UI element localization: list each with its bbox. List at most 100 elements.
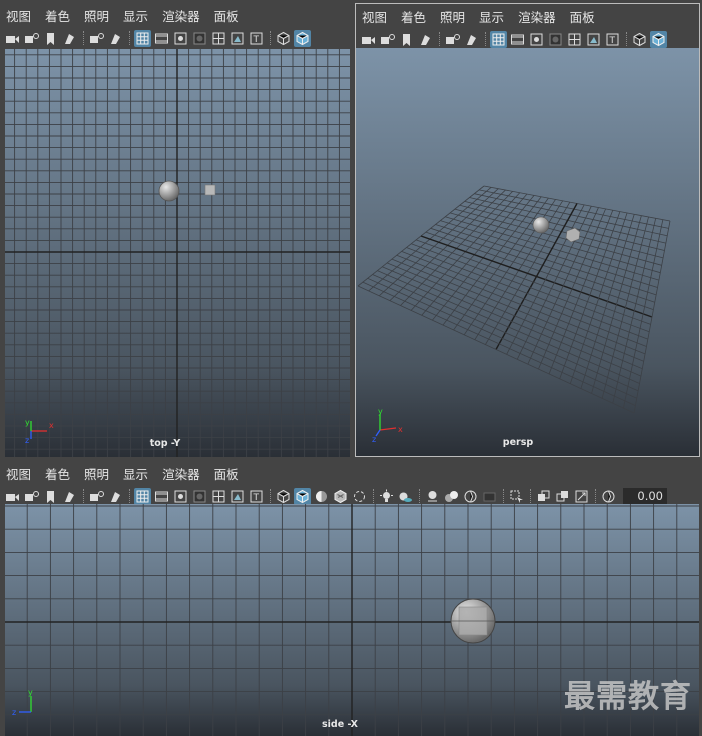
- menu-panels[interactable]: 面板: [214, 6, 239, 25]
- camera-attrs-icon[interactable]: [88, 488, 105, 505]
- cube-object: [204, 184, 216, 196]
- image-plane-icon[interactable]: [417, 31, 434, 48]
- exposure-icon[interactable]: [462, 488, 479, 505]
- camera-attrs-icon[interactable]: [88, 30, 105, 47]
- svg-text:T: T: [253, 35, 260, 45]
- menu-view[interactable]: 视图: [6, 464, 31, 483]
- menu-shading[interactable]: 着色: [45, 464, 70, 483]
- film-gate-icon[interactable]: [153, 30, 170, 47]
- hud-icon[interactable]: [481, 488, 498, 505]
- wireframe-icon[interactable]: [275, 30, 292, 47]
- camera-attrs-icon[interactable]: [379, 31, 396, 48]
- panel-toolbar: T: [356, 28, 699, 50]
- film-gate-icon[interactable]: [153, 488, 170, 505]
- field-chart-icon[interactable]: [210, 488, 227, 505]
- grid-icon[interactable]: [134, 29, 151, 47]
- checker-icon[interactable]: [332, 488, 349, 505]
- menu-view[interactable]: 视图: [6, 6, 31, 25]
- safe-title-icon[interactable]: T: [604, 31, 621, 48]
- select-icon[interactable]: [508, 488, 525, 505]
- shadows-icon[interactable]: [397, 488, 414, 505]
- camera-icon[interactable]: [360, 31, 377, 48]
- safe-action-icon[interactable]: [229, 488, 246, 505]
- camera-attrs-icon[interactable]: [23, 30, 40, 47]
- axis-y-label: y: [25, 418, 30, 427]
- menu-view[interactable]: 视图: [362, 7, 387, 26]
- field-chart-icon[interactable]: [566, 31, 583, 48]
- viewport-persp[interactable]: persp x y z: [356, 48, 699, 456]
- viewport-persp-canvas[interactable]: [356, 48, 699, 456]
- viewport-top[interactable]: top -Y x y z: [5, 49, 350, 457]
- toolbar-separator: [530, 489, 532, 503]
- axis-gizmo-side: y z: [12, 688, 33, 717]
- menu-shading[interactable]: 着色: [401, 7, 426, 26]
- axis-x-label: x: [49, 421, 54, 430]
- menu-lighting[interactable]: 照明: [84, 464, 109, 483]
- camera-icon[interactable]: [4, 30, 21, 47]
- gate-mask-icon[interactable]: [191, 30, 208, 47]
- toolbar-separator: [503, 489, 505, 503]
- exposure-value-field[interactable]: 0.00: [623, 488, 667, 504]
- lights-icon[interactable]: [378, 488, 395, 505]
- image-plane-icon[interactable]: [107, 488, 124, 505]
- field-chart-icon[interactable]: [210, 30, 227, 47]
- menu-panels[interactable]: 面板: [570, 7, 595, 26]
- wireframe-icon[interactable]: [275, 488, 292, 505]
- menu-show[interactable]: 显示: [123, 6, 148, 25]
- grid-icon[interactable]: [490, 30, 507, 48]
- menu-lighting[interactable]: 照明: [84, 6, 109, 25]
- image-plane-icon[interactable]: [107, 30, 124, 47]
- film-gate-icon[interactable]: [509, 31, 526, 48]
- exposure-icon[interactable]: [600, 488, 617, 505]
- joint-icon[interactable]: [351, 488, 368, 505]
- axis-y-label: y: [378, 408, 383, 416]
- toolbar-separator: [270, 31, 272, 45]
- svg-text:T: T: [609, 36, 616, 46]
- resolution-gate-icon[interactable]: [172, 488, 189, 505]
- gate-mask-icon[interactable]: [191, 488, 208, 505]
- resolution-gate-icon[interactable]: [528, 31, 545, 48]
- grid-icon[interactable]: [134, 487, 151, 505]
- isolate-icon[interactable]: [424, 488, 441, 505]
- gate-mask-icon[interactable]: [547, 31, 564, 48]
- bookmark-icon[interactable]: [42, 488, 59, 505]
- textured-icon[interactable]: [313, 488, 330, 505]
- viewport-top-canvas[interactable]: [5, 49, 350, 457]
- image-plane-icon[interactable]: [463, 31, 480, 48]
- wireframe-icon[interactable]: [631, 31, 648, 48]
- frame-icon[interactable]: [535, 488, 552, 505]
- menu-renderer[interactable]: 渲染器: [162, 6, 200, 25]
- sphere-object: [532, 216, 550, 234]
- menu-panels[interactable]: 面板: [214, 464, 239, 483]
- image-plane-icon[interactable]: [61, 30, 78, 47]
- menu-renderer[interactable]: 渲染器: [162, 464, 200, 483]
- bookmark-icon[interactable]: [42, 30, 59, 47]
- camera-icon[interactable]: [4, 488, 21, 505]
- menu-lighting[interactable]: 照明: [440, 7, 465, 26]
- safe-title-icon[interactable]: T: [248, 488, 265, 505]
- panel-persp: 视图 着色 照明 显示 渲染器 面板 T persp x y z: [355, 3, 700, 457]
- image-plane-icon[interactable]: [61, 488, 78, 505]
- viewport-top-label: top -Y: [149, 438, 181, 449]
- smooth-shade-icon[interactable]: [650, 30, 667, 48]
- safe-title-icon[interactable]: T: [248, 30, 265, 47]
- resolution-gate-icon[interactable]: [172, 30, 189, 47]
- bookmark-icon[interactable]: [398, 31, 415, 48]
- menu-show[interactable]: 显示: [123, 464, 148, 483]
- menu-shading[interactable]: 着色: [45, 6, 70, 25]
- smooth-shade-icon[interactable]: [294, 487, 311, 505]
- camera-attrs-icon[interactable]: [444, 31, 461, 48]
- menu-show[interactable]: 显示: [479, 7, 504, 26]
- menu-renderer[interactable]: 渲染器: [518, 7, 556, 26]
- frame2-icon[interactable]: [554, 488, 571, 505]
- axis-y-label: y: [28, 688, 33, 697]
- axis-x-label: x: [398, 425, 403, 434]
- viewport-side[interactable]: side -X y z 最需教育: [5, 504, 699, 736]
- safe-action-icon[interactable]: [585, 31, 602, 48]
- axis-z-label: z: [372, 435, 376, 442]
- smooth-shade-icon[interactable]: [294, 29, 311, 47]
- xray-icon[interactable]: [443, 488, 460, 505]
- camera-attrs-icon[interactable]: [23, 488, 40, 505]
- safe-action-icon[interactable]: [229, 30, 246, 47]
- pan-icon[interactable]: [573, 488, 590, 505]
